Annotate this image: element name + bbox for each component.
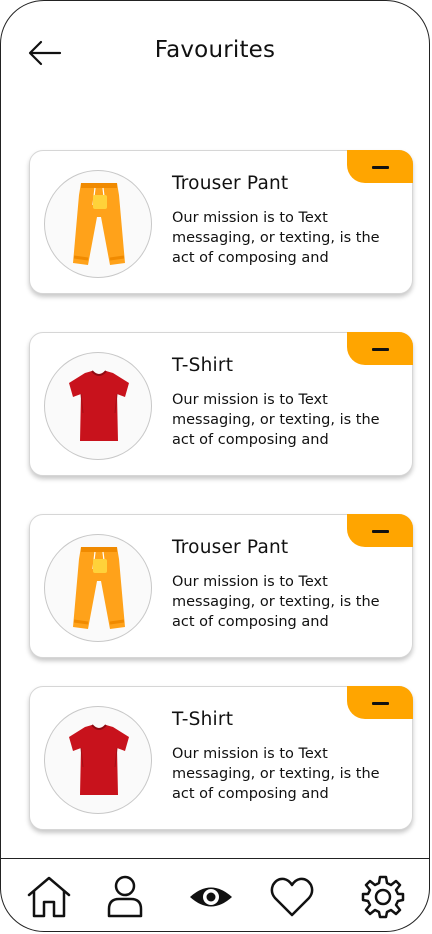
trouser-pant-image bbox=[73, 183, 125, 265]
minus-icon bbox=[372, 348, 389, 351]
eye-icon bbox=[190, 887, 232, 907]
trouser-pant-image bbox=[73, 547, 125, 629]
favourite-card[interactable]: Trouser Pant Our mission is to Text mess… bbox=[29, 150, 413, 294]
product-description: Our mission is to Text messaging, or tex… bbox=[172, 574, 380, 630]
product-name: T-Shirt bbox=[172, 355, 234, 376]
product-description: Our mission is to Text messaging, or tex… bbox=[172, 746, 380, 802]
product-image bbox=[44, 534, 152, 642]
nav-profile-button[interactable] bbox=[101, 873, 149, 921]
product-name: Trouser Pant bbox=[172, 173, 289, 194]
minus-icon bbox=[372, 166, 389, 169]
favourite-card[interactable]: T-Shirt Our mission is to Text messaging… bbox=[29, 332, 413, 476]
product-image bbox=[44, 352, 152, 460]
bottom-nav bbox=[1, 858, 429, 931]
product-description: Our mission is to Text messaging, or tex… bbox=[172, 210, 380, 266]
minus-icon bbox=[372, 530, 389, 533]
t-shirt-image bbox=[69, 724, 129, 795]
nav-favourites-button[interactable] bbox=[268, 873, 316, 921]
favourite-card[interactable]: Trouser Pant Our mission is to Text mess… bbox=[29, 514, 413, 658]
page-title: Favourites bbox=[154, 37, 276, 63]
home-icon bbox=[27, 876, 71, 918]
nav-eye-button[interactable] bbox=[187, 873, 235, 921]
remove-favourite-button[interactable] bbox=[347, 332, 413, 365]
remove-favourite-button[interactable] bbox=[347, 514, 413, 547]
product-image bbox=[44, 170, 152, 278]
t-shirt-image bbox=[69, 370, 129, 441]
nav-home-button[interactable] bbox=[25, 873, 73, 921]
settings-gear-icon bbox=[361, 875, 405, 919]
product-description: Our mission is to Text messaging, or tex… bbox=[172, 392, 380, 448]
remove-favourite-button[interactable] bbox=[347, 150, 413, 183]
nav-settings-button[interactable] bbox=[359, 873, 407, 921]
phone-frame: Favourites Trouser Pant Our mission is t… bbox=[0, 0, 430, 932]
remove-favourite-button[interactable] bbox=[347, 686, 413, 719]
profile-icon bbox=[107, 875, 143, 918]
favourite-card[interactable]: T-Shirt Our mission is to Text messaging… bbox=[29, 686, 413, 830]
product-name: T-Shirt bbox=[172, 709, 234, 730]
minus-icon bbox=[372, 702, 389, 705]
product-name: Trouser Pant bbox=[172, 537, 289, 558]
product-image bbox=[44, 706, 152, 814]
heart-icon bbox=[270, 877, 314, 917]
